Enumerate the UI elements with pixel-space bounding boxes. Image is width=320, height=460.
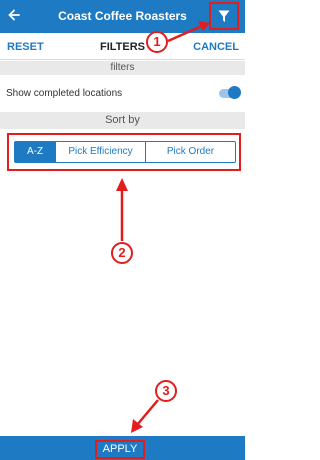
callout-2: 2 <box>111 242 133 264</box>
callout-1: 1 <box>146 31 168 53</box>
annotation-arrows <box>116 21 210 433</box>
callout-3: 3 <box>155 380 177 402</box>
